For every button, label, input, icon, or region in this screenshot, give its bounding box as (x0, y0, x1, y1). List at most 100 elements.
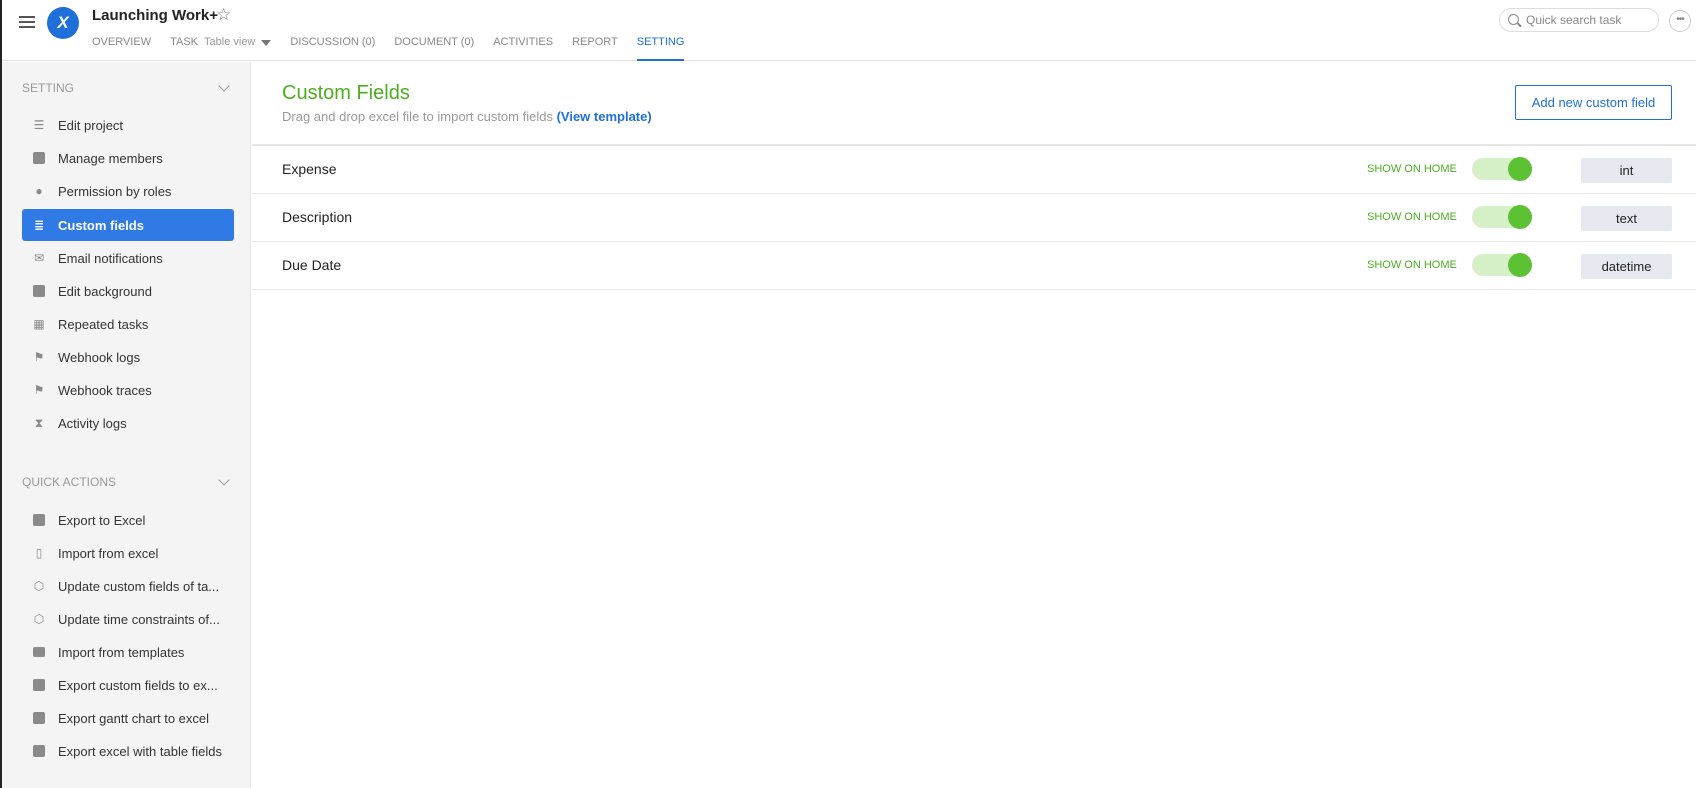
show-on-home-label: SHOW ON HOME (1367, 259, 1457, 271)
show-on-home-toggle[interactable] (1472, 205, 1532, 229)
sidebar-item-label: Edit project (58, 117, 124, 133)
sidebar-item-repeated-tasks[interactable]: ▦ Repeated tasks (22, 308, 234, 340)
export-icon (32, 513, 46, 527)
star-icon[interactable]: ☆ (216, 5, 231, 25)
quick-action-import-from-templates[interactable]: Import from templates (22, 636, 234, 668)
quick-action-label: Update custom fields of ta... (58, 578, 220, 594)
sidebar-item-label: Repeated tasks (58, 316, 149, 332)
tab-discussion[interactable]: DISCUSSION (0) (290, 36, 375, 61)
window-edge (0, 0, 2, 788)
database-icon: ≣ (33, 218, 45, 232)
sidebar-item-label: Manage members (58, 150, 163, 166)
menu-icon[interactable] (19, 16, 35, 30)
quick-action-import-from-excel[interactable]: ▯ Import from excel (22, 537, 234, 569)
quick-action-update-time-constraints[interactable]: ⬡ Update time constraints of... (22, 603, 234, 635)
quick-action-label: Import from excel (58, 545, 159, 561)
section-heading-quick-actions: QUICK ACTIONS (22, 475, 117, 489)
sidebar-item-webhook-logs[interactable]: ⚑ Webhook logs (22, 341, 234, 373)
show-on-home-label: SHOW ON HOME (1367, 163, 1457, 175)
search-input[interactable]: Quick search task (1499, 8, 1659, 32)
custom-fields-panel: Custom Fields Drag and drop excel file t… (252, 62, 1696, 788)
quick-action-export-to-excel[interactable]: Export to Excel (22, 504, 234, 536)
field-type-badge: datetime (1581, 254, 1672, 279)
section-heading-setting: SETTING (22, 81, 75, 95)
chevron-down-icon[interactable] (218, 80, 230, 92)
sidebar-item-label: Webhook traces (58, 382, 152, 398)
tab-task-view: Table view (204, 36, 256, 48)
field-type-badge: text (1581, 206, 1672, 231)
edit-icon (32, 284, 46, 298)
sidebar-item-custom-fields[interactable]: ≣ Custom fields (22, 209, 234, 241)
field-name: Expense (282, 161, 337, 177)
page-subtitle: Drag and drop excel file to import custo… (282, 109, 652, 124)
sidebar-item-email-notifications[interactable]: ✉ Email notifications (22, 242, 234, 274)
sidebar-item-label: Edit background (58, 283, 152, 299)
view-template-link[interactable]: (View template) (557, 109, 652, 124)
excel-file-icon: ▯ (35, 546, 43, 560)
sidebar-item-label: Permission by roles (58, 183, 172, 199)
settings-sidebar: SETTING ☰ Edit project Manage members ● … (2, 62, 251, 788)
tab-overview[interactable]: OVERVIEW (92, 36, 151, 61)
quick-action-export-excel-table-fields[interactable]: Export excel with table fields (22, 735, 234, 767)
project-logo: X (47, 7, 79, 39)
toggle-knob (1508, 253, 1532, 277)
quick-action-label: Import from templates (58, 644, 185, 660)
hourglass-icon: ⧗ (34, 415, 44, 430)
flag-icon: ⚑ (33, 383, 45, 397)
toggle-knob (1508, 205, 1532, 229)
quick-action-label: Export excel with table fields (58, 743, 223, 759)
sidebar-item-webhook-traces[interactable]: ⚑ Webhook traces (22, 374, 234, 406)
subtitle-text: Drag and drop excel file to import custo… (282, 109, 557, 124)
quick-action-label: Export to Excel (58, 512, 146, 528)
field-name: Due Date (282, 257, 342, 273)
tab-report[interactable]: REPORT (572, 36, 618, 61)
export-icon (32, 678, 46, 692)
show-on-home-toggle[interactable] (1472, 253, 1532, 277)
folder-icon (32, 645, 46, 659)
sidebar-item-label: Email notifications (58, 250, 163, 266)
export-icon (32, 744, 46, 758)
sidebar-item-manage-members[interactable]: Manage members (22, 142, 234, 174)
sidebar-item-label: Custom fields (58, 217, 144, 233)
field-row-due-date: Due Date SHOW ON HOME datetime (252, 242, 1696, 290)
sidebar-item-label: Activity logs (58, 415, 127, 431)
sidebar-item-edit-project[interactable]: ☰ Edit project (22, 109, 234, 141)
quick-action-label: Update time constraints of... (58, 611, 220, 627)
tab-document[interactable]: DOCUMENT (0) (394, 36, 474, 61)
project-title: Launching Work+ (92, 7, 218, 24)
sidebar-item-edit-background[interactable]: Edit background (22, 275, 234, 307)
more-options-button[interactable]: ••• (1669, 10, 1691, 32)
show-on-home-toggle[interactable] (1472, 157, 1532, 181)
chevron-down-icon[interactable] (218, 474, 230, 486)
show-on-home-label: SHOW ON HOME (1367, 211, 1457, 223)
add-custom-field-button[interactable]: Add new custom field (1515, 85, 1672, 120)
sidebar-item-permission-by-roles[interactable]: ● Permission by roles (22, 175, 234, 207)
search-placeholder: Quick search task (1526, 13, 1622, 27)
tab-task-label: TASK (170, 36, 199, 48)
caret-down-icon[interactable] (261, 40, 272, 46)
calendar-icon: ▦ (33, 317, 45, 331)
list-icon: ☰ (33, 118, 45, 132)
field-row-expense: Expense SHOW ON HOME int (252, 146, 1696, 194)
project-tabs: OVERVIEW TASK Table view DISCUSSION (0) … (92, 36, 703, 61)
quick-action-label: Export custom fields to ex... (58, 677, 218, 693)
field-row-description: Description SHOW ON HOME text (252, 194, 1696, 242)
page-title: Custom Fields (282, 82, 410, 104)
tab-task[interactable]: TASK Table view (170, 36, 272, 61)
tab-activities[interactable]: ACTIVITIES (493, 36, 553, 61)
field-name: Description (282, 209, 353, 225)
permission-icon: ● (35, 184, 43, 198)
search-icon (1508, 14, 1519, 25)
quick-action-export-gantt[interactable]: Export gantt chart to excel (22, 702, 234, 734)
quick-action-export-custom-fields[interactable]: Export custom fields to ex... (22, 669, 234, 701)
field-type-badge: int (1581, 158, 1672, 183)
sidebar-item-label: Webhook logs (58, 349, 141, 365)
tab-setting[interactable]: SETTING (636, 36, 685, 61)
export-icon (32, 711, 46, 725)
toggle-knob (1508, 157, 1532, 181)
cube-icon: ⬡ (33, 612, 45, 626)
quick-action-label: Export gantt chart to excel (58, 710, 210, 726)
sidebar-item-activity-logs[interactable]: ⧗ Activity logs (22, 407, 234, 439)
quick-action-update-custom-fields[interactable]: ⬡ Update custom fields of ta... (22, 570, 234, 602)
top-header: X Launching Work+ ☆ OVERVIEW TASK Table … (0, 0, 1696, 61)
